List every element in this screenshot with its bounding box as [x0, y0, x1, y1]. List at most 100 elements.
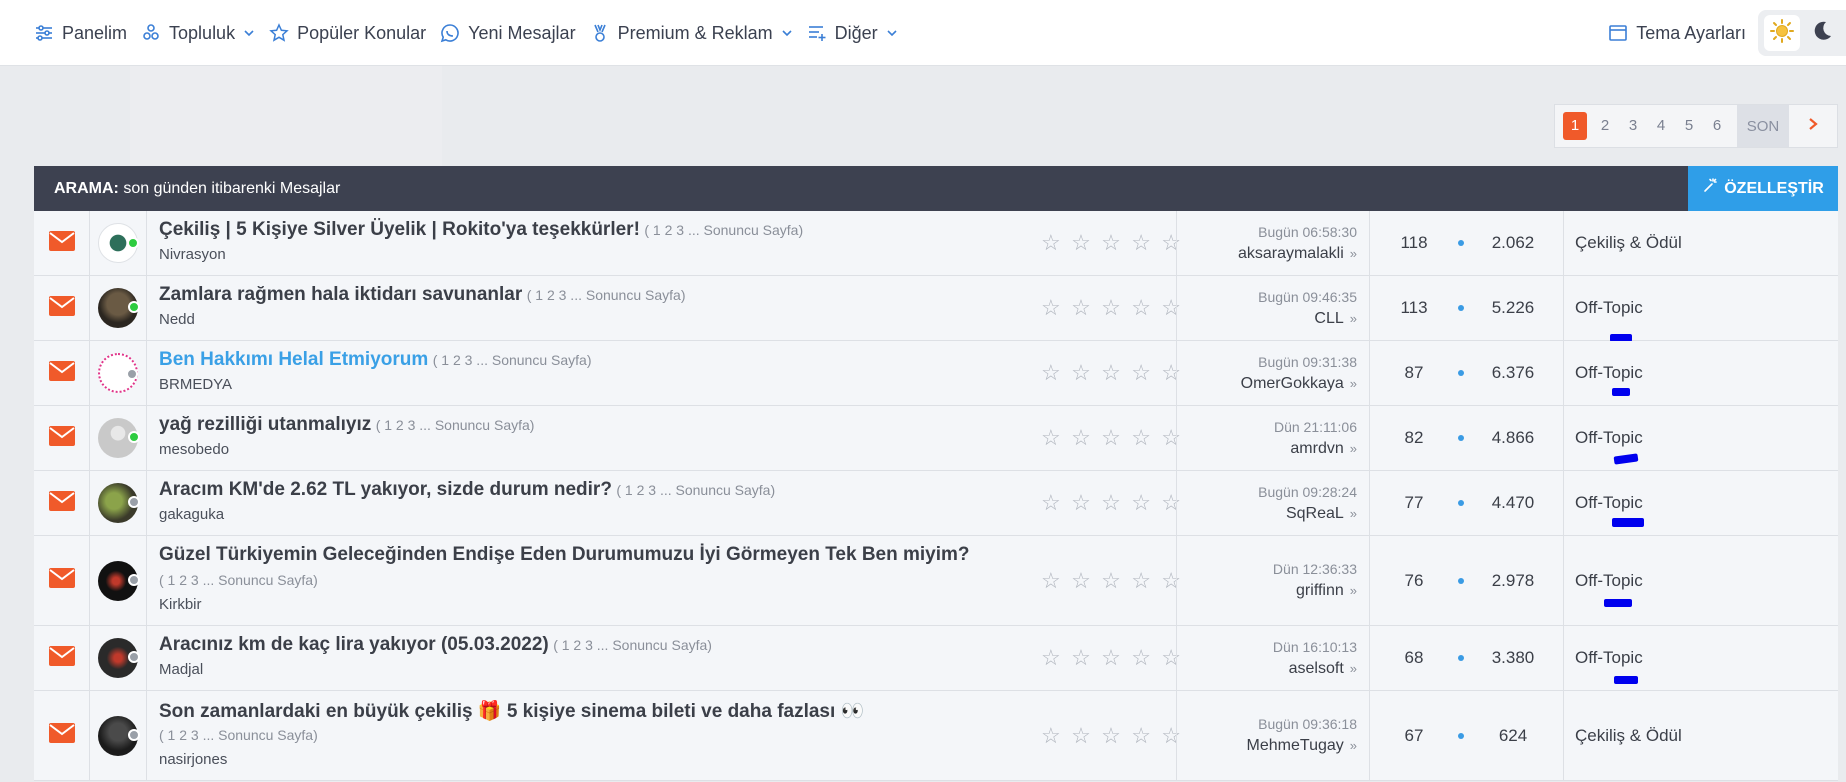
envelope-icon[interactable] [48, 230, 75, 256]
forum-link[interactable]: Çekiliş & Ödül [1575, 726, 1682, 746]
topic-pages[interactable]: ( 1 2 3 ... Sonuncu Sayfa) [644, 222, 803, 238]
forum-link[interactable]: Off-Topic [1575, 493, 1643, 513]
rating-stars[interactable]: ☆ ☆ ☆ ☆ ☆ [1041, 471, 1181, 535]
topic-pages[interactable]: ( 1 2 3 ... Sonuncu Sayfa) [553, 637, 712, 653]
envelope-icon[interactable] [48, 360, 75, 386]
topic-author[interactable]: Nedd [159, 311, 195, 328]
page-6-link[interactable]: 6 [1703, 112, 1731, 140]
topic-author[interactable]: BRMEDYA [159, 376, 232, 393]
topic-pages[interactable]: ( 1 2 3 ... Sonuncu Sayfa) [159, 727, 318, 743]
forum-link[interactable]: Off-Topic [1575, 363, 1643, 383]
page-3-link[interactable]: 3 [1619, 112, 1647, 140]
double-chevron-icon[interactable]: » [1350, 738, 1357, 753]
avatar[interactable] [98, 223, 139, 263]
next-page-button[interactable] [1789, 105, 1837, 147]
topic-author[interactable]: mesobedo [159, 441, 229, 458]
page-1-link[interactable]: 1 [1563, 112, 1587, 140]
nav-item-yeni-mesajlar[interactable]: Yeni Mesajlar [440, 23, 576, 44]
topic-pages[interactable]: ( 1 2 3 ... Sonuncu Sayfa) [159, 572, 318, 588]
envelope-icon[interactable] [48, 723, 75, 748]
envelope-icon[interactable] [48, 645, 75, 671]
last-post-username[interactable]: CLL [1314, 310, 1343, 327]
topic-author[interactable]: nasirjones [159, 751, 227, 768]
double-chevron-icon[interactable]: » [1350, 246, 1357, 261]
forum-link[interactable]: Off-Topic [1575, 428, 1643, 448]
rating-stars[interactable]: ☆ ☆ ☆ ☆ ☆ [1041, 276, 1181, 340]
topic-title-link[interactable]: Ben Hakkımı Helal Etmiyorum [159, 349, 428, 370]
last-post-user[interactable]: MehmeTugay » [1177, 737, 1357, 755]
topic-title-link[interactable]: Son zamanlardaki en büyük çekiliş 🎁 5 ki… [159, 701, 864, 722]
last-post-user[interactable]: griffinn » [1177, 582, 1357, 600]
topic-pages[interactable]: ( 1 2 3 ... Sonuncu Sayfa) [616, 482, 775, 498]
page-5-link[interactable]: 5 [1675, 112, 1703, 140]
topic-pages[interactable]: ( 1 2 3 ... Sonuncu Sayfa) [376, 417, 535, 433]
topic-title-link[interactable]: Çekiliş | 5 Kişiye Silver Üyelik | Rokit… [159, 219, 640, 240]
avatar[interactable] [98, 288, 140, 328]
avatar[interactable] [98, 715, 140, 756]
last-post-user[interactable]: aselsoft » [1177, 660, 1357, 678]
dark-mode-button[interactable] [1804, 15, 1840, 51]
last-post-username[interactable]: aselsoft [1289, 660, 1344, 677]
forum-link[interactable]: Off-Topic [1575, 648, 1643, 668]
double-chevron-icon[interactable]: » [1350, 441, 1357, 456]
rating-stars[interactable]: ☆ ☆ ☆ ☆ ☆ [1041, 536, 1181, 625]
last-post-user[interactable]: amrdvn » [1177, 440, 1357, 458]
avatar[interactable] [98, 638, 140, 678]
theme-settings-button[interactable]: Tema Ayarları [1608, 23, 1746, 44]
topic-pages[interactable]: ( 1 2 3 ... Sonuncu Sayfa) [527, 287, 686, 303]
nav-item-topluluk[interactable]: Topluluk [141, 23, 255, 44]
page-2-link[interactable]: 2 [1591, 112, 1619, 140]
rating-stars[interactable]: ☆ ☆ ☆ ☆ ☆ [1041, 211, 1181, 275]
envelope-icon[interactable] [48, 295, 75, 321]
envelope-icon[interactable] [48, 425, 75, 451]
envelope-icon[interactable] [48, 568, 75, 593]
nav-item-diger[interactable]: Diğer [807, 23, 898, 44]
nav-item-panelim[interactable]: Panelim [34, 23, 127, 44]
topic-author[interactable]: gakaguka [159, 506, 224, 523]
last-post-username[interactable]: MehmeTugay [1247, 737, 1344, 754]
double-chevron-icon[interactable]: » [1350, 506, 1357, 521]
topic-title-link[interactable]: Güzel Türkiyemin Geleceğinden Endişe Ede… [159, 544, 970, 565]
double-chevron-icon[interactable]: » [1350, 661, 1357, 676]
online-status-dot [127, 237, 139, 249]
double-chevron-icon[interactable]: » [1350, 376, 1357, 391]
avatar[interactable] [98, 353, 138, 393]
topic-author[interactable]: Nivrasyon [159, 246, 226, 263]
last-post-username[interactable]: OmerGokkaya [1241, 375, 1344, 392]
topic-title-link[interactable]: Aracınız km de kaç lira yakıyor (05.03.2… [159, 634, 549, 655]
topic-title-link[interactable]: Zamlara rağmen hala iktidarı savunanlar [159, 284, 522, 305]
light-mode-button[interactable] [1764, 15, 1800, 51]
avatar[interactable] [98, 418, 140, 458]
last-page-link[interactable]: SON [1737, 105, 1789, 147]
nav-item-premium-reklam[interactable]: Premium & Reklam [590, 23, 793, 44]
topic-author[interactable]: Madjal [159, 661, 203, 678]
forum-link[interactable]: Çekiliş & Ödül [1575, 233, 1682, 253]
last-post-user[interactable]: aksaraymalakli » [1177, 245, 1357, 263]
last-post-username[interactable]: aksaraymalakli [1238, 245, 1344, 262]
double-chevron-icon[interactable]: » [1350, 311, 1357, 326]
double-chevron-icon[interactable]: » [1350, 583, 1357, 598]
topic-author[interactable]: Kirkbir [159, 596, 202, 613]
rating-stars[interactable]: ☆ ☆ ☆ ☆ ☆ [1041, 626, 1181, 690]
last-post-cell: Dün 21:11:06 amrdvn » [1176, 406, 1370, 470]
nav-item-populer-konular[interactable]: Popüler Konular [269, 23, 426, 44]
forum-link[interactable]: Off-Topic [1575, 571, 1643, 591]
customize-button[interactable]: ÖZELLEŞTİR [1688, 166, 1838, 211]
last-post-user[interactable]: OmerGokkaya » [1177, 375, 1357, 393]
last-post-username[interactable]: SqReaL [1286, 505, 1344, 522]
last-post-user[interactable]: SqReaL » [1177, 505, 1357, 523]
rating-stars[interactable]: ☆ ☆ ☆ ☆ ☆ [1041, 406, 1181, 470]
last-post-user[interactable]: CLL » [1177, 310, 1357, 328]
forum-link[interactable]: Off-Topic [1575, 298, 1643, 318]
topic-title-link[interactable]: yağ rezilliği utanmalıyız [159, 414, 371, 435]
envelope-icon[interactable] [48, 490, 75, 516]
last-post-username[interactable]: amrdvn [1290, 440, 1343, 457]
topic-title-link[interactable]: Aracım KM'de 2.62 TL yakıyor, sizde duru… [159, 479, 612, 500]
rating-stars[interactable]: ☆ ☆ ☆ ☆ ☆ [1041, 341, 1181, 405]
last-post-username[interactable]: griffinn [1296, 582, 1344, 599]
avatar[interactable] [98, 483, 140, 523]
avatar[interactable] [98, 560, 140, 601]
topic-pages[interactable]: ( 1 2 3 ... Sonuncu Sayfa) [433, 352, 592, 368]
page-4-link[interactable]: 4 [1647, 112, 1675, 140]
rating-stars[interactable]: ☆ ☆ ☆ ☆ ☆ [1041, 691, 1181, 780]
